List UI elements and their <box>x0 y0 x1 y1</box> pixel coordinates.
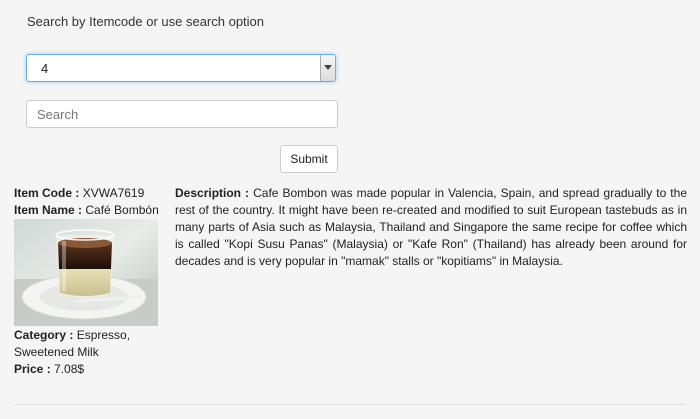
item-category-line: Category : Espresso, Sweetened Milk <box>14 327 164 361</box>
item-price-label: Price : <box>14 362 51 376</box>
item-code-label: Item Code : <box>14 186 80 200</box>
item-code-value: XVWA7619 <box>82 186 145 200</box>
search-input[interactable] <box>26 100 338 128</box>
footer-divider <box>14 404 686 405</box>
item-details-block: Category : Espresso, Sweetened Milk Pric… <box>14 327 164 378</box>
product-image <box>14 219 158 326</box>
item-info-block: Item Code : XVWA7619 Item Name : Café Bo… <box>14 185 164 219</box>
chevron-down-icon[interactable] <box>320 55 335 81</box>
item-name-label: Item Name : <box>14 203 83 217</box>
item-description: Description : Cafe Bombon was made popul… <box>175 185 687 270</box>
item-name-value: Café Bombón <box>85 203 159 217</box>
item-name-line: Item Name : Café Bombón <box>14 202 164 219</box>
search-hint-text: Search by Itemcode or use search option <box>27 14 265 29</box>
item-category-label: Category : <box>14 328 74 342</box>
item-select-dropdown[interactable]: 4 <box>26 54 336 82</box>
select-value: 4 <box>41 61 49 76</box>
item-price-value: 7.08$ <box>54 362 85 376</box>
description-label: Description : <box>175 186 250 200</box>
item-code-line: Item Code : XVWA7619 <box>14 185 164 202</box>
submit-button[interactable]: Submit <box>280 145 338 173</box>
item-price-line: Price : 7.08$ <box>14 361 164 378</box>
description-text: Cafe Bombon was made popular in Valencia… <box>175 186 687 268</box>
